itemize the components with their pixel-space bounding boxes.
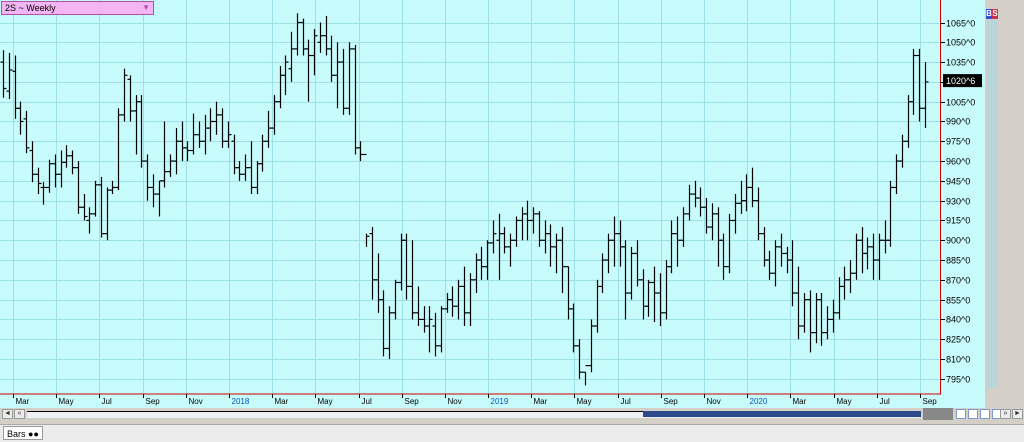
x-tick-label: Jul	[621, 397, 631, 406]
x-tick-label: 2018	[232, 397, 250, 406]
y-tick-label: 840^0	[946, 315, 970, 325]
link-icon: ●●	[28, 429, 39, 439]
current-price-label: 1020^6	[946, 76, 975, 86]
sell-button[interactable]: S	[992, 9, 998, 19]
x-tick-label: Sep	[146, 397, 161, 406]
x-tick-label: Nov	[448, 397, 462, 406]
dropdown-arrow-icon: ▼	[142, 3, 150, 12]
y-tick-label: 855^0	[946, 296, 970, 306]
y-tick-label: 1005^0	[946, 98, 975, 108]
time-scrollbar: ◄ « » ►	[0, 408, 1024, 420]
current-price-marker: 1020^6	[943, 74, 982, 88]
y-tick-label: 870^0	[946, 276, 970, 286]
y-tick-label: 975^0	[946, 137, 970, 147]
scroll-left-icon[interactable]: ◄	[2, 409, 13, 419]
x-tick-label: Mar	[16, 397, 30, 406]
x-tick-label: Jul	[362, 397, 372, 406]
x-tick-label: 2019	[491, 397, 509, 406]
symbol-label: 2S ~ Weekly	[5, 3, 56, 13]
x-tick-label: Jul	[880, 397, 890, 406]
x-tick-label: 2020	[750, 397, 768, 406]
y-tick-label: 825^0	[946, 335, 970, 345]
x-tick-label: Jul	[102, 397, 112, 406]
x-tick-label: Mar	[793, 397, 807, 406]
x-tick-label: Mar	[534, 397, 548, 406]
symbol-selector[interactable]: 2S ~ Weekly ▼	[1, 1, 154, 15]
plot-background	[0, 0, 985, 408]
x-tick-label: Nov	[189, 397, 203, 406]
y-tick-label: 1050^0	[946, 38, 975, 48]
y-tick-label: 810^0	[946, 355, 970, 365]
scroll-thumb[interactable]	[643, 411, 921, 417]
x-tick-label: Mar	[275, 397, 289, 406]
x-tick-label: Nov	[707, 397, 721, 406]
buy-sell-toggle[interactable]: BS	[986, 9, 998, 19]
y-tick-label: 960^0	[946, 157, 970, 167]
x-tick-label: Sep	[405, 397, 420, 406]
y-tick-label: 1035^0	[946, 58, 975, 68]
scroll-right-icon[interactable]: ►	[1012, 409, 1023, 419]
price-chart: 1065^01050^01035^01020^01005^0990^0975^0…	[0, 0, 1024, 408]
fit-icon[interactable]	[980, 409, 990, 419]
x-tick-label: May	[837, 397, 852, 406]
x-tick-label: May	[318, 397, 333, 406]
x-tick-label: May	[577, 397, 592, 406]
y-tick-label: 900^0	[946, 236, 970, 246]
y-tick-label: 915^0	[946, 216, 970, 226]
y-tick-label: 930^0	[946, 197, 970, 207]
scroll-page-right-icon[interactable]: »	[1000, 409, 1011, 419]
scroll-spacer	[923, 408, 953, 420]
y-tick-label: 885^0	[946, 256, 970, 266]
y-tick-label: 990^0	[946, 117, 970, 127]
x-tick-label: Sep	[664, 397, 679, 406]
y-tick-label: 795^0	[946, 375, 970, 385]
zoom-out-icon[interactable]	[968, 409, 978, 419]
scroll-page-left-icon[interactable]: «	[14, 409, 25, 419]
zoom-in-icon[interactable]	[956, 409, 966, 419]
x-tick-label: May	[59, 397, 74, 406]
tab-bars[interactable]: Bars ●●	[3, 426, 43, 440]
y-tick-label: 1065^0	[946, 19, 975, 29]
y-tick-label: 945^0	[946, 177, 970, 187]
x-tick-label: Sep	[923, 397, 938, 406]
bottom-tab-bar: Bars ●●	[0, 424, 1024, 442]
tab-bars-label: Bars	[7, 429, 26, 439]
scale-scrollbar[interactable]	[987, 20, 998, 388]
